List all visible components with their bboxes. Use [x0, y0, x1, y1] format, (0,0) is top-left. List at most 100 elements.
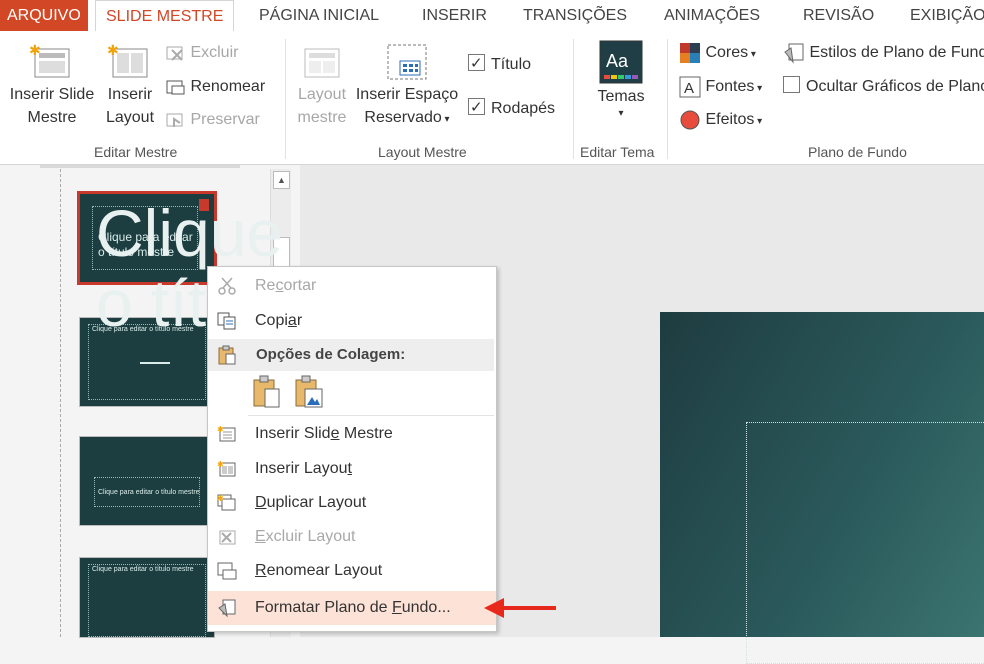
fonts-icon: A — [679, 76, 701, 98]
insert-layout-icon: ✱ — [107, 43, 148, 78]
svg-text:A: A — [684, 80, 694, 97]
svg-text:✱: ✱ — [217, 460, 224, 469]
tab-transicoes[interactable]: TRANSIÇÕES — [523, 0, 627, 31]
label-part: Formatar Plano de — [255, 599, 392, 616]
svg-text:✱: ✱ — [217, 494, 224, 503]
excluir-button[interactable]: Excluir — [166, 41, 238, 65]
paste-as-picture-button[interactable] — [294, 375, 324, 409]
tab-exibicao[interactable]: EXIBIÇÃO — [910, 0, 984, 31]
tab-pagina-inicial[interactable]: PÁGINA INICIAL — [259, 0, 379, 31]
fontes-label: Fontes — [705, 78, 755, 95]
titulo-checkbox[interactable]: Título — [468, 52, 532, 77]
layout-thumbnail[interactable]: Clique para editar o título mestre — [80, 558, 214, 637]
tab-arquivo[interactable]: ARQUIVO — [0, 0, 88, 31]
label-part: xcluir Layout — [265, 528, 356, 545]
layout-thumbnail[interactable]: Clique para editar o título mestre — [80, 437, 214, 525]
chevron-down-icon: ▾ — [618, 108, 624, 119]
efeitos-dropdown[interactable]: Efeitos ▾ — [679, 108, 762, 132]
preserve-icon — [166, 113, 183, 127]
slide-canvas[interactable] — [660, 312, 984, 664]
group-separator — [573, 39, 574, 159]
delete-icon — [166, 46, 183, 61]
effects-icon — [680, 110, 700, 130]
inserir-slide-mestre-label-1: Inserir Slide — [9, 86, 95, 103]
title-placeholder[interactable] — [746, 422, 984, 664]
svg-text:Aa: Aa — [606, 51, 629, 71]
menu-item-duplicar-layout[interactable]: ✱ Duplicar Layout — [208, 486, 496, 520]
menu-item-formatar-plano-de-fundo[interactable]: Formatar Plano de Fundo... — [208, 591, 496, 625]
layout-mestre-label-1: Layout — [297, 86, 347, 103]
estilos-plano-de-fundo-dropdown[interactable]: Estilos de Plano de Fundo — [783, 41, 984, 65]
duplicate-layout-icon: ✱ — [217, 494, 236, 511]
pane-top-rule — [40, 165, 240, 168]
paste-options-header: Opções de Colagem: — [208, 339, 494, 371]
label-part: t — [347, 460, 352, 477]
menu-item-renomear-layout[interactable]: Renomear Layout — [208, 554, 496, 588]
label-part: D — [255, 494, 267, 511]
preservar-button[interactable]: Preservar — [166, 108, 260, 132]
insert-slide-master-icon: ✱ — [217, 425, 236, 442]
inserir-espaco-reservado-button[interactable]: Inserir Espaço Reservado ▾ — [353, 43, 461, 131]
layout-mestre-button[interactable]: Layout mestre — [292, 43, 352, 129]
cores-dropdown[interactable]: Cores ▾ — [679, 41, 756, 65]
fontes-dropdown[interactable]: A Fontes ▾ — [679, 75, 762, 99]
temas-button[interactable]: Aa Temas ▾ — [590, 39, 652, 120]
ribbon-tabs: ARQUIVO SLIDE MESTRE PÁGINA INICIAL INSE… — [0, 0, 984, 33]
ocultar-graficos-checkbox[interactable]: Ocultar Gráficos de Plano — [783, 75, 984, 99]
plano-de-fundo-group-label: Plano de Fundo — [808, 144, 907, 160]
ocultar-graficos-checkbox-box[interactable] — [783, 76, 800, 94]
excluir-label: Excluir — [190, 44, 239, 61]
tab-animacoes[interactable]: ANIMAÇÕES — [664, 0, 760, 31]
clipboard-icon — [218, 345, 236, 365]
master-layout-icon — [304, 48, 340, 78]
thumbnail-content — [140, 362, 170, 378]
menu-item-recortar[interactable]: Recortar — [208, 269, 496, 303]
layout-mestre-label-2: mestre — [297, 109, 347, 126]
label-part: undo... — [401, 599, 451, 616]
rename-icon — [166, 80, 185, 95]
label-part: Inserir Slid — [255, 425, 331, 442]
tab-revisao[interactable]: REVISÃO — [803, 0, 874, 31]
titulo-label: Título — [491, 56, 532, 73]
paste-keep-formatting-button[interactable] — [252, 375, 282, 409]
inserir-layout-button[interactable]: ✱ Inserir Layout — [100, 43, 160, 129]
rodapes-label: Rodapés — [491, 100, 556, 117]
estilos-label: Estilos de Plano de Fundo — [809, 44, 984, 61]
cores-label: Cores — [705, 44, 749, 61]
inserir-layout-label-2: Layout — [105, 109, 155, 126]
renomear-button[interactable]: Renomear — [166, 75, 265, 99]
layout-mestre-group-label: Layout Mestre — [378, 144, 467, 160]
label-part: F — [391, 599, 402, 616]
menu-item-inserir-layout[interactable]: ✱ Inserir Layout — [208, 452, 496, 486]
titulo-checkbox-box[interactable] — [468, 52, 485, 76]
rodapes-checkbox-box[interactable] — [468, 96, 485, 120]
scroll-up-arrow-icon[interactable]: ▲ — [273, 171, 290, 189]
colors-icon — [680, 42, 700, 63]
chevron-down-icon: ▾ — [441, 114, 450, 125]
svg-text:✱: ✱ — [29, 43, 41, 58]
tab-slide-mestre[interactable]: SLIDE MESTRE — [95, 0, 235, 33]
menu-item-excluir-layout[interactable]: Excluir Layout — [208, 520, 496, 554]
tab-inserir[interactable]: INSERIR — [422, 0, 487, 31]
format-background-icon — [218, 599, 236, 617]
label-part: ortar — [283, 277, 317, 294]
cut-icon — [218, 277, 236, 295]
menu-item-inserir-slide-mestre[interactable]: ✱ Inserir Slide Mestre — [208, 417, 496, 451]
label-part: uplicar Layout — [266, 494, 367, 511]
menu-item-copiar[interactable]: Copiar — [208, 304, 496, 338]
copy-icon — [217, 312, 236, 330]
paste-icon — [253, 375, 280, 408]
editar-tema-group-label: Editar Tema — [580, 144, 655, 160]
insert-slide-master-icon: ✱ — [29, 43, 70, 78]
slide-title-line-1: Clique — [96, 196, 284, 270]
context-menu: Recortar Copiar Opções de Colagem: ✱ Ins… — [207, 266, 497, 632]
ribbon: ✱ Inserir Slide Mestre ✱ Inserir Layout … — [0, 31, 984, 165]
svg-text:✱: ✱ — [107, 43, 119, 58]
label-part: Mestre — [339, 425, 393, 442]
rodapes-checkbox[interactable]: Rodapés — [468, 96, 556, 121]
label-part: Inserir Layou — [255, 460, 348, 477]
preservar-label: Preservar — [190, 111, 260, 128]
themes-icon: Aa — [599, 40, 643, 84]
inserir-slide-mestre-button[interactable]: ✱ Inserir Slide Mestre — [6, 43, 98, 129]
delete-layout-icon — [219, 530, 236, 545]
